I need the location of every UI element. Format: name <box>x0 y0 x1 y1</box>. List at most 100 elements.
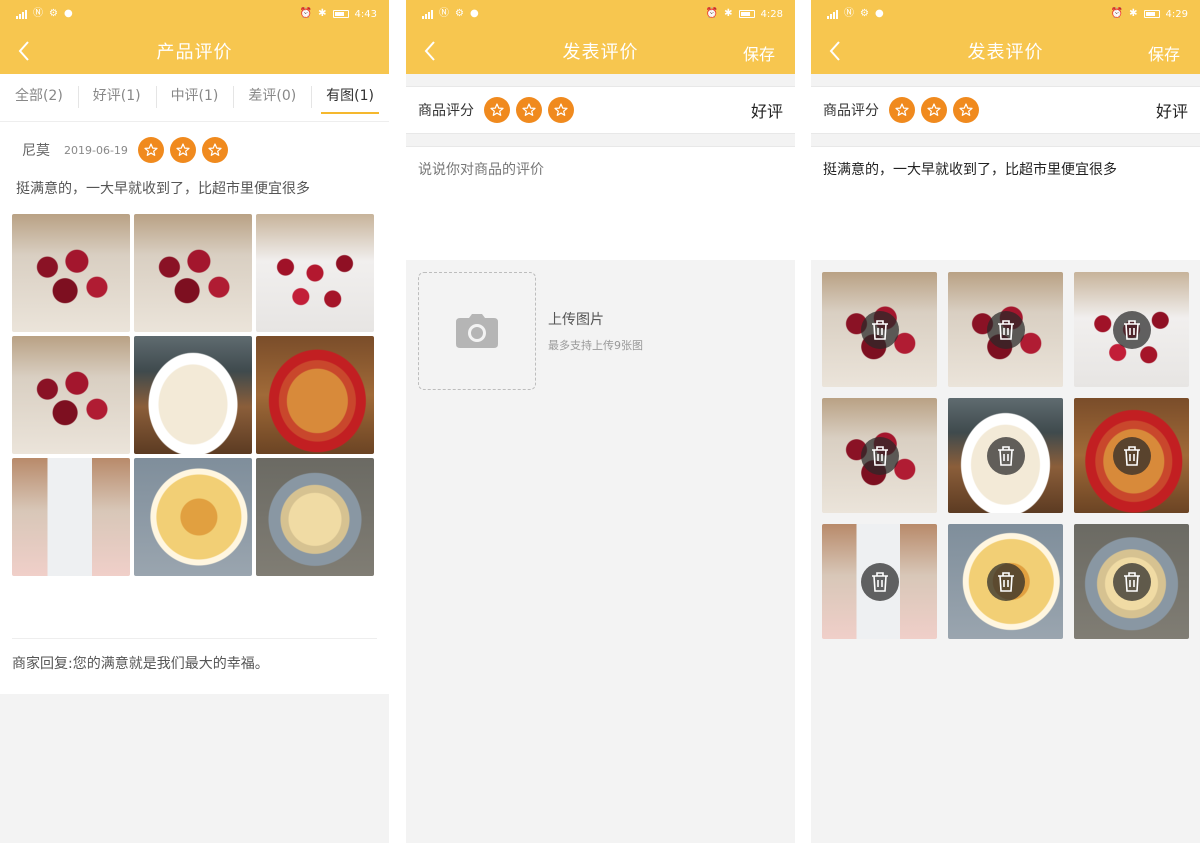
delete-photo-button[interactable] <box>860 310 899 349</box>
bluetooth-icon: ✱ <box>724 8 733 19</box>
merchant-reply: 商家回复:您的满意就是我们最大的幸福。 <box>12 638 377 688</box>
alarm-icon: ⏰ <box>1110 8 1124 19</box>
rating-stars <box>889 97 979 123</box>
tab-positive[interactable]: 好评(1) <box>77 74 156 122</box>
uploaded-photo <box>1074 398 1189 513</box>
upload-area: 上传图片 最多支持上传9张图 <box>406 260 795 402</box>
review-photo[interactable] <box>134 214 252 332</box>
star-icon <box>137 137 164 163</box>
chevron-left-icon <box>424 41 435 61</box>
review-photo[interactable] <box>134 458 252 576</box>
review-photo[interactable] <box>12 458 130 576</box>
screen-write-review-filled: Ⓝ ⚙ ● ⏰ ✱ 4:29 发表评价 保存 商品评分 好评 挺满意的，一大早就… <box>811 0 1200 843</box>
battery-icon <box>332 10 349 18</box>
trash-icon <box>871 571 888 592</box>
star-icon[interactable] <box>889 97 915 123</box>
signal-icon <box>827 9 838 19</box>
uploaded-photo <box>822 272 937 387</box>
review-date: 2019-06-19 <box>64 143 128 157</box>
nfc-icon: Ⓝ <box>33 8 43 19</box>
tab-negative[interactable]: 差评(0) <box>233 74 311 122</box>
nfc-icon: Ⓝ <box>439 8 449 19</box>
status-time: 4:29 <box>1165 8 1188 20</box>
bluetooth-icon: ✱ <box>318 8 327 19</box>
signal-icon <box>422 9 433 19</box>
comment-input[interactable]: 说说你对商品的评价 <box>406 146 795 260</box>
rating-label: 商品评分 <box>823 103 879 119</box>
upload-photo-button[interactable] <box>418 272 536 390</box>
nav-bar: 产品评价 <box>0 28 389 74</box>
tab-neutral[interactable]: 中评(1) <box>155 74 234 122</box>
star-icon <box>201 137 228 163</box>
save-button[interactable]: 保存 <box>1148 41 1180 65</box>
rating-stars <box>484 97 574 123</box>
review-photo[interactable] <box>12 336 130 454</box>
comment-input[interactable]: 挺满意的，一大早就收到了，比超市里便宜很多 <box>811 146 1200 260</box>
star-icon[interactable] <box>484 97 510 123</box>
review-filter-tabs: 全部(2) 好评(1) 中评(1) 差评(0) 有图(1) <box>0 74 389 122</box>
message-icon: ● <box>469 8 479 19</box>
trash-icon <box>997 445 1014 466</box>
rating-label: 商品评分 <box>418 103 474 119</box>
trash-icon <box>1123 319 1140 340</box>
settings-icon: ⚙ <box>860 8 869 19</box>
review-photo[interactable] <box>134 336 252 454</box>
delete-photo-button[interactable] <box>860 562 899 601</box>
battery-icon <box>738 10 755 18</box>
delete-photo-button[interactable] <box>1112 310 1151 349</box>
review-text: 挺满意的，一大早就收到了，比超市里便宜很多 <box>16 181 310 197</box>
delete-photo-button[interactable] <box>986 436 1025 475</box>
status-bar: Ⓝ ⚙ ● ⏰ ✱ 4:43 <box>0 0 389 28</box>
review-photo[interactable] <box>12 214 130 332</box>
save-button[interactable]: 保存 <box>743 41 775 65</box>
rating-row: 商品评分 好评 <box>811 86 1200 134</box>
review-username: 尼莫 <box>22 143 50 159</box>
uploaded-photo <box>1074 272 1189 387</box>
screen-product-reviews: Ⓝ ⚙ ● ⏰ ✱ 4:43 产品评价 全部(2) 好评(1) 中评(1) 差评… <box>0 0 389 843</box>
message-icon: ● <box>63 8 73 19</box>
page-title: 产品评价 <box>156 42 233 63</box>
star-icon[interactable] <box>921 97 947 123</box>
trash-icon <box>997 571 1014 592</box>
uploaded-photo <box>948 398 1063 513</box>
trash-icon <box>871 445 888 466</box>
star-icon[interactable] <box>548 97 574 123</box>
tab-all[interactable]: 全部(2) <box>0 74 78 122</box>
delete-photo-button[interactable] <box>1112 436 1151 475</box>
nav-bar: 发表评价 保存 <box>406 28 795 74</box>
review-photo[interactable] <box>256 458 374 576</box>
trash-icon <box>997 319 1014 340</box>
tab-with-photos[interactable]: 有图(1) <box>311 74 389 122</box>
delete-photo-button[interactable] <box>986 562 1025 601</box>
page-title: 发表评价 <box>562 42 639 63</box>
nfc-icon: Ⓝ <box>844 8 854 19</box>
bluetooth-icon: ✱ <box>1129 8 1138 19</box>
alarm-icon: ⏰ <box>705 8 719 19</box>
review-photo[interactable] <box>256 214 374 332</box>
camera-icon <box>456 314 498 348</box>
chevron-left-icon <box>829 41 840 61</box>
message-icon: ● <box>874 8 884 19</box>
status-bar: Ⓝ ⚙ ● ⏰ ✱ 4:28 <box>406 0 795 28</box>
uploaded-photo <box>1074 524 1189 639</box>
star-icon[interactable] <box>953 97 979 123</box>
back-button[interactable] <box>418 38 442 64</box>
upload-hint: 最多支持上传9张图 <box>548 339 643 352</box>
review-stars <box>137 137 228 163</box>
signal-icon <box>16 9 27 19</box>
settings-icon: ⚙ <box>49 8 58 19</box>
alarm-icon: ⏰ <box>299 8 313 19</box>
delete-photo-button[interactable] <box>986 310 1025 349</box>
review-card: 尼莫 2019-06-19 挺满意的，一大早就收到了，比超市里便宜很多 <box>0 122 389 638</box>
uploaded-photo <box>822 524 937 639</box>
delete-photo-button[interactable] <box>1112 562 1151 601</box>
trash-icon <box>871 319 888 340</box>
uploaded-photo <box>822 398 937 513</box>
battery-icon <box>1143 10 1160 18</box>
review-photo[interactable] <box>256 336 374 454</box>
delete-photo-button[interactable] <box>860 436 899 475</box>
back-button[interactable] <box>12 38 36 64</box>
review-photo-grid <box>12 214 377 576</box>
star-icon[interactable] <box>516 97 542 123</box>
back-button[interactable] <box>823 38 847 64</box>
